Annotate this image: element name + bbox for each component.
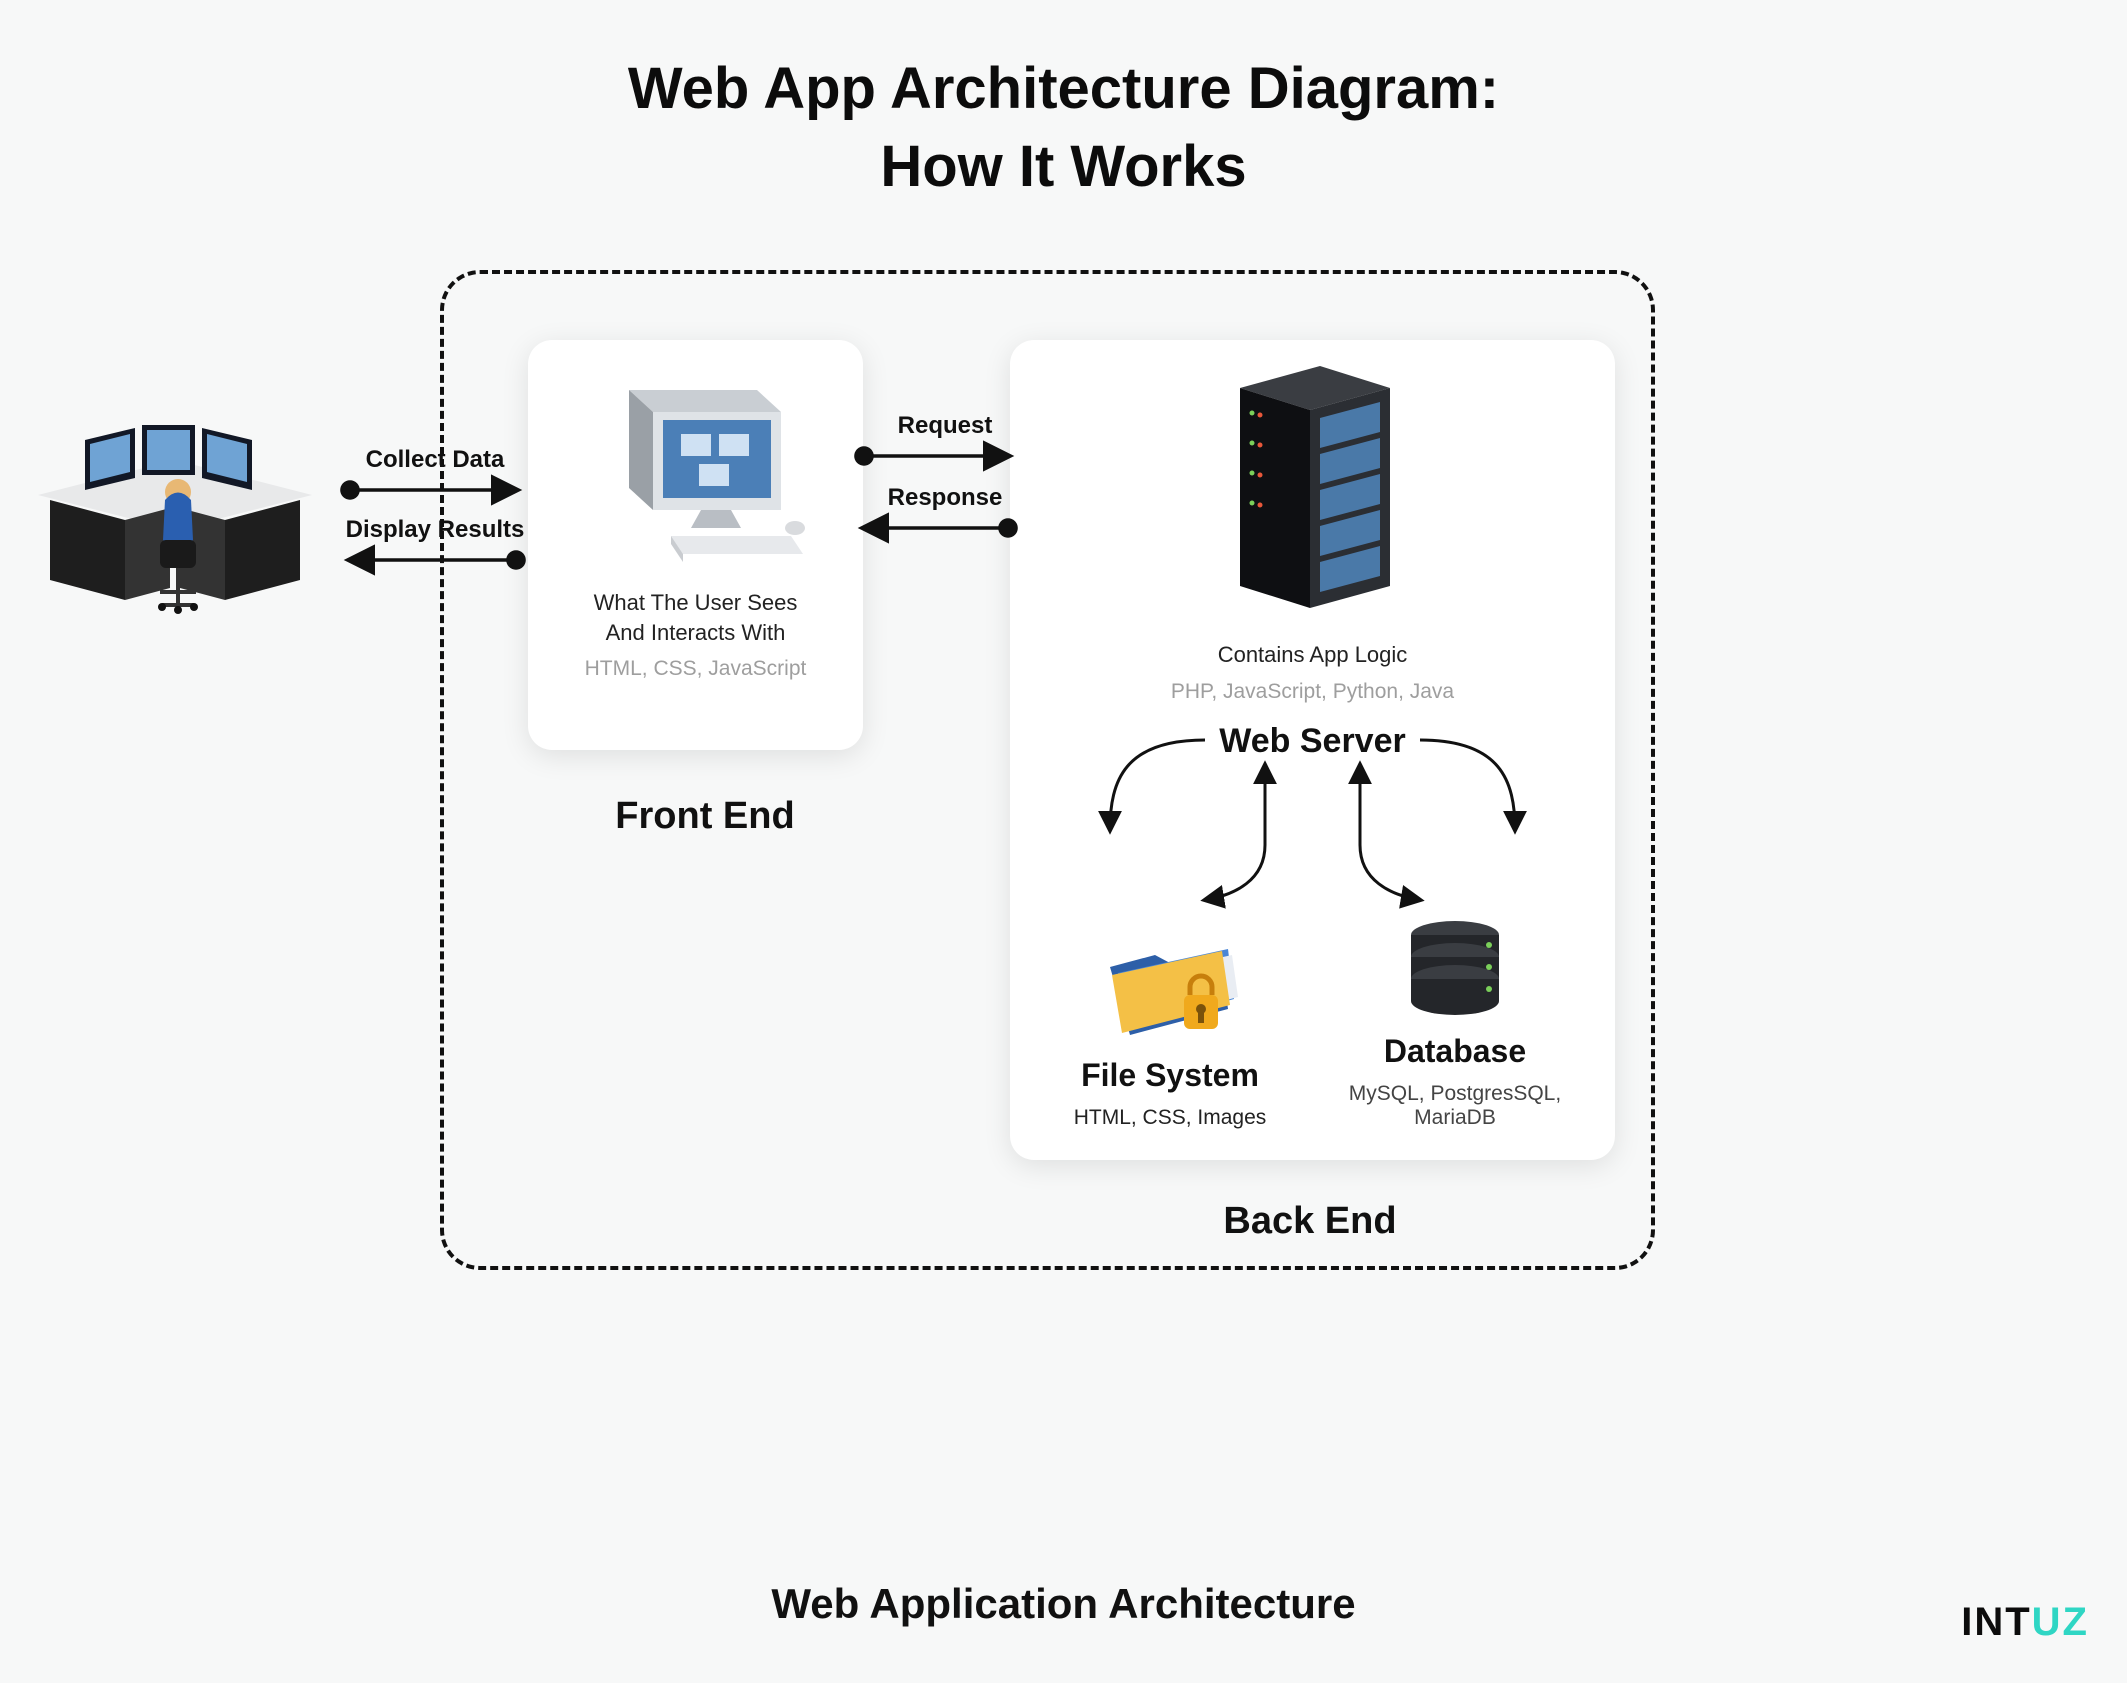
frontend-desc: What The User Sees And Interacts With	[594, 588, 798, 647]
backend-card: Contains App Logic PHP, JavaScript, Pyth…	[1010, 340, 1615, 1160]
flow-label-display: Display Results	[340, 516, 530, 544]
user-workstation-icon	[30, 400, 320, 620]
folder-lock-icon	[1100, 939, 1240, 1049]
file-system-contents: HTML, CSS, Images	[1035, 1106, 1305, 1130]
backend-label: Back End	[1010, 1200, 1610, 1243]
database-block: Database MySQL, PostgresSQL, MariaDB	[1320, 915, 1590, 1130]
desktop-computer-icon	[581, 370, 811, 570]
diagram-title: Web App Architecture Diagram: How It Wor…	[0, 50, 2127, 207]
flow-label-request: Request	[870, 412, 1020, 440]
frontend-tech: HTML, CSS, JavaScript	[585, 657, 807, 681]
frontend-card: What The User Sees And Interacts With HT…	[528, 340, 863, 750]
flow-label-collect: Collect Data	[345, 446, 525, 474]
title-line-2: How It Works	[880, 134, 1246, 199]
database-tech: MySQL, PostgresSQL, MariaDB	[1320, 1082, 1590, 1130]
architecture-label: Web Application Architecture	[0, 1580, 2127, 1628]
frontend-label: Front End	[540, 795, 870, 838]
flow-label-response: Response	[870, 484, 1020, 512]
database-icon	[1395, 915, 1515, 1025]
file-system-title: File System	[1035, 1057, 1305, 1094]
title-line-1: Web App Architecture Diagram:	[628, 56, 1499, 121]
database-title: Database	[1320, 1033, 1590, 1070]
file-system-block: File System HTML, CSS, Images	[1035, 939, 1305, 1130]
brand-logo: INTUZ	[1961, 1600, 2089, 1645]
